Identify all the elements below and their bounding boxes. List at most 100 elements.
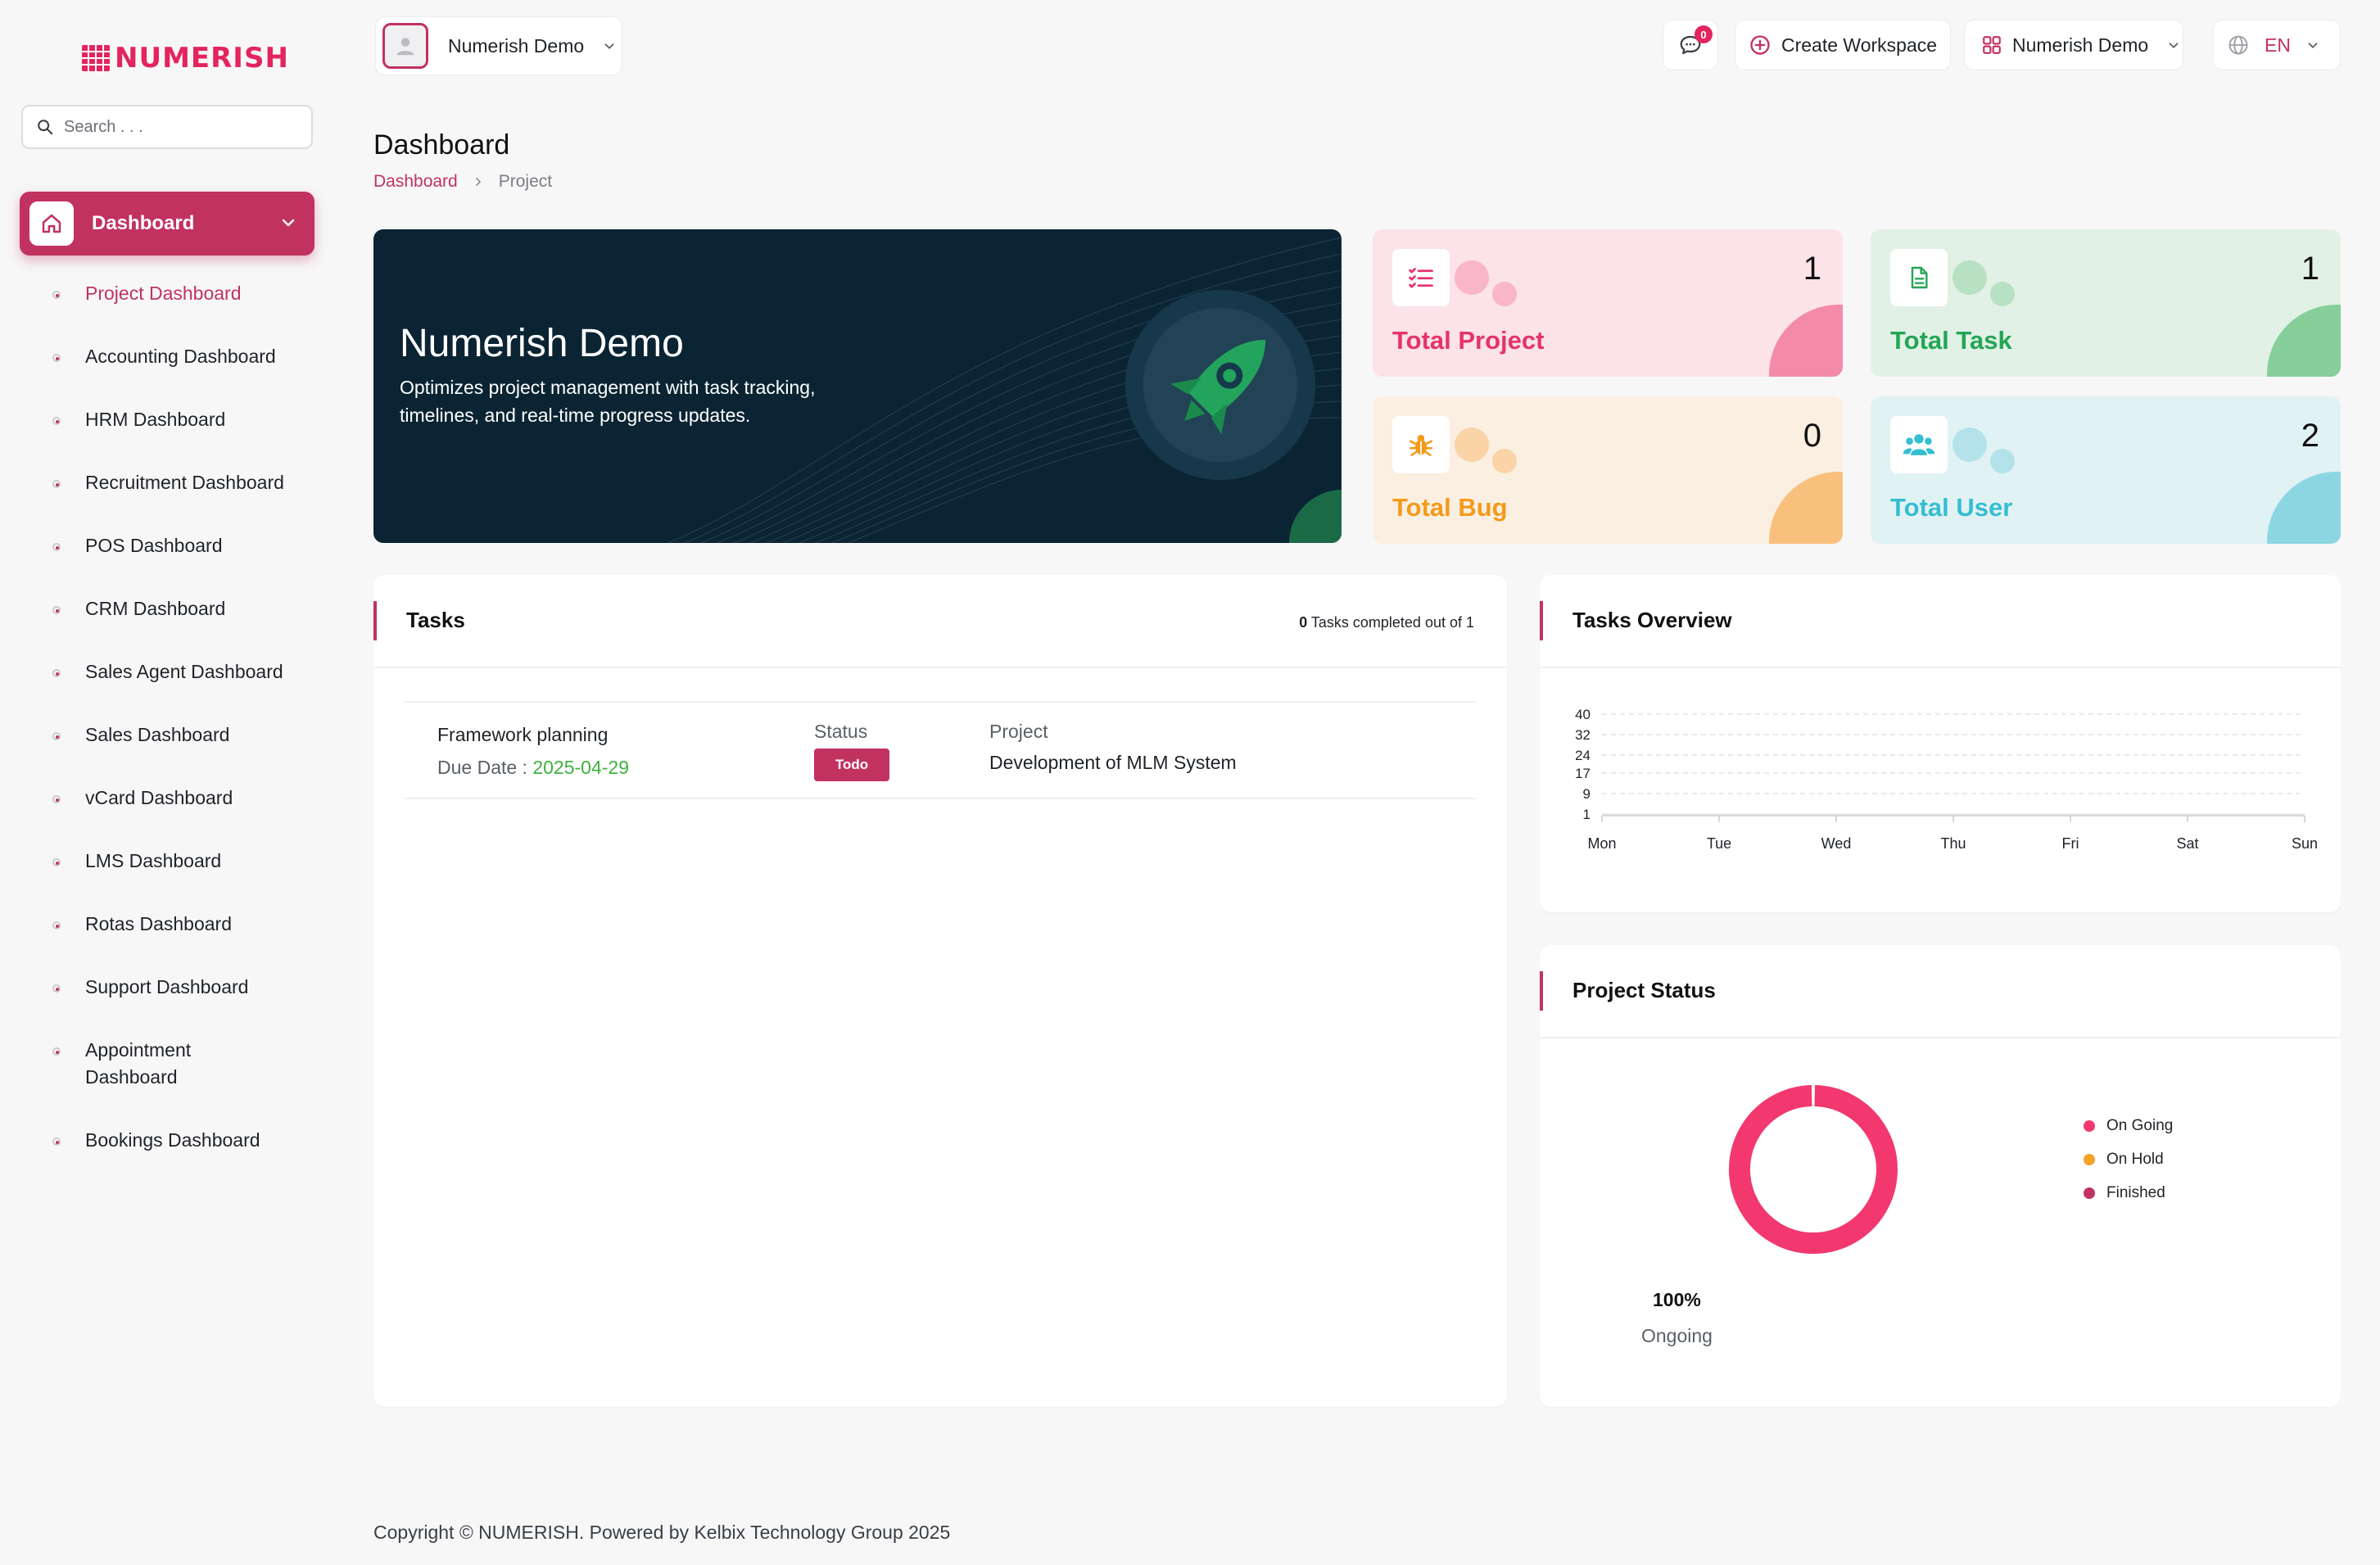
table-row[interactable]: Framework planning Due Date : 2025-04-29… <box>405 701 1476 799</box>
sidebar-item-label: Sales Dashboard <box>85 724 230 745</box>
create-workspace-button[interactable]: Create Workspace <box>1735 20 1951 70</box>
corner-decoration <box>2267 472 2341 544</box>
stat-card-total-user[interactable]: 2 Total User <box>1871 396 2341 544</box>
legend-label: Finished <box>2106 1183 2165 1201</box>
breadcrumb-current: Project <box>498 172 553 191</box>
legend-item-finished[interactable]: Finished <box>2084 1176 2173 1210</box>
chevron-down-icon <box>2308 43 2318 48</box>
status-badge: Todo <box>814 749 889 781</box>
chart-legend: On Going On Hold Finished <box>2084 1109 2173 1210</box>
x-tick-label: Fri <box>2062 835 2079 852</box>
sidebar-item-appointment-dashboard[interactable]: Appointment Dashboard <box>0 1032 336 1122</box>
y-tick-label: 32 <box>1575 727 1590 743</box>
chevron-down-icon <box>604 43 614 49</box>
y-tick-label: 40 <box>1575 707 1590 722</box>
card-accent-bar <box>1540 601 1543 640</box>
rocket-icon <box>1125 290 1315 480</box>
users-icon <box>1890 416 1948 473</box>
sidebar-search[interactable] <box>21 105 313 149</box>
breadcrumb-dashboard[interactable]: Dashboard <box>373 172 458 192</box>
legend-item-on-going[interactable]: On Going <box>2084 1109 2173 1142</box>
donut-slice-on-going <box>1729 1085 1898 1254</box>
stat-card-total-project[interactable]: 1 Total Project <box>1373 229 1843 377</box>
apps-icon <box>1983 36 2001 54</box>
bullet-icon <box>52 1047 61 1056</box>
bubble-decoration <box>1492 449 1517 473</box>
sidebar-item-label: Sales Agent Dashboard <box>85 661 283 682</box>
card-title: Tasks Overview <box>1572 608 1732 632</box>
workspace-picker[interactable]: Numerish Demo <box>375 16 622 75</box>
task-name[interactable]: Framework planning <box>437 724 608 746</box>
legend-dot <box>2084 1187 2095 1199</box>
card-title: Project Status <box>1572 978 1716 1002</box>
sidebar-item-label: Project Dashboard <box>85 283 242 304</box>
corner-decoration <box>2267 305 2341 377</box>
sidebar-item-accounting-dashboard[interactable]: Accounting Dashboard <box>0 338 336 401</box>
sidebar-item-recruitment-dashboard[interactable]: Recruitment Dashboard <box>0 464 336 527</box>
corner-decoration <box>1769 472 1843 544</box>
sidebar-item-bookings-dashboard[interactable]: Bookings Dashboard <box>0 1122 336 1185</box>
bullet-icon <box>52 795 61 803</box>
welcome-banner: Numerish Demo Optimizes project manageme… <box>373 229 1342 543</box>
search-input[interactable] <box>64 117 301 137</box>
file-text-icon <box>1890 249 1948 306</box>
brand-logo[interactable]: NUMERISH <box>82 41 289 75</box>
rocket-illustration <box>1124 288 1317 486</box>
bullet-icon <box>52 858 61 866</box>
sidebar-item-label: Bookings Dashboard <box>85 1129 260 1151</box>
bullet-icon <box>52 921 61 930</box>
bullet-icon <box>52 291 61 299</box>
notifications-button[interactable]: 0 <box>1663 20 1718 70</box>
stat-value: 0 <box>1803 418 1821 454</box>
sidebar-item-label: POS Dashboard <box>85 535 223 556</box>
stat-label: Total Task <box>1890 326 2012 355</box>
sidebar-item-label: vCard Dashboard <box>85 787 233 808</box>
legend-dot <box>2084 1153 2095 1165</box>
bullet-icon <box>52 732 61 740</box>
legend-label: On Going <box>2106 1116 2174 1134</box>
sidebar-item-label: Rotas Dashboard <box>85 913 232 934</box>
language-selector[interactable]: EN <box>2213 20 2341 70</box>
sidebar-item-label: CRM Dashboard <box>85 598 226 619</box>
sidebar-item-crm-dashboard[interactable]: CRM Dashboard <box>0 590 336 654</box>
chevron-down-icon <box>282 219 295 227</box>
project-status-donut-chart <box>1729 1085 1898 1254</box>
tasks-overview-card: Tasks Overview 40 32 24 17 9 1 Mon Tue Wed Thu Fri… <box>1540 575 2341 912</box>
sidebar-item-sales-dashboard[interactable]: Sales Dashboard <box>0 717 336 780</box>
sidebar-item-rotas-dashboard[interactable]: Rotas Dashboard <box>0 906 336 969</box>
x-tick-label: Sat <box>2176 835 2198 852</box>
logo-mark-icon <box>82 45 110 71</box>
language-code: EN <box>2265 34 2291 56</box>
bullet-icon <box>52 417 61 425</box>
tasks-completed-text: Tasks completed out of 1 <box>1307 614 1474 631</box>
brand-name: NUMERISH <box>115 42 289 75</box>
home-icon-box <box>29 201 74 246</box>
hero-description: Optimizes project management with task t… <box>400 377 816 426</box>
sidebar-item-pos-dashboard[interactable]: POS Dashboard <box>0 527 336 590</box>
sidebar-item-dashboard[interactable]: Dashboard <box>20 192 314 256</box>
stat-label: Total User <box>1890 493 2013 522</box>
plus-circle-icon <box>1750 35 1770 55</box>
sidebar-item-hrm-dashboard[interactable]: HRM Dashboard <box>0 401 336 464</box>
x-tick-label: Tue <box>1707 835 1731 852</box>
sidebar-item-label: Accounting Dashboard <box>85 346 276 367</box>
legend-item-on-hold[interactable]: On Hold <box>2084 1142 2173 1176</box>
bullet-icon <box>52 984 61 993</box>
corner-decoration <box>1769 305 1843 377</box>
stat-card-total-task[interactable]: 1 Total Task <box>1871 229 2341 377</box>
hero-title: Numerish Demo <box>400 322 684 365</box>
card-accent-bar <box>1540 971 1543 1011</box>
stat-card-total-bug[interactable]: 0 Total Bug <box>1373 396 1843 544</box>
sidebar: NUMERISH Dashboard Project Dashboard Acc… <box>0 0 336 1565</box>
sidebar-item-support-dashboard[interactable]: Support Dashboard <box>0 969 336 1032</box>
card-header: Tasks 0 Tasks completed out of 1 <box>373 575 1507 668</box>
sidebar-item-label: Dashboard <box>92 212 195 234</box>
status-column-label: Status <box>814 721 868 742</box>
stat-label: Total Bug <box>1392 493 1508 522</box>
due-date-value: 2025-04-29 <box>532 757 629 778</box>
sidebar-item-vcard-dashboard[interactable]: vCard Dashboard <box>0 780 336 843</box>
sidebar-item-lms-dashboard[interactable]: LMS Dashboard <box>0 843 336 906</box>
workspace-switcher[interactable]: Numerish Demo <box>1964 20 2183 70</box>
sidebar-item-sales-agent-dashboard[interactable]: Sales Agent Dashboard <box>0 654 336 717</box>
sidebar-item-project-dashboard[interactable]: Project Dashboard <box>0 275 336 338</box>
